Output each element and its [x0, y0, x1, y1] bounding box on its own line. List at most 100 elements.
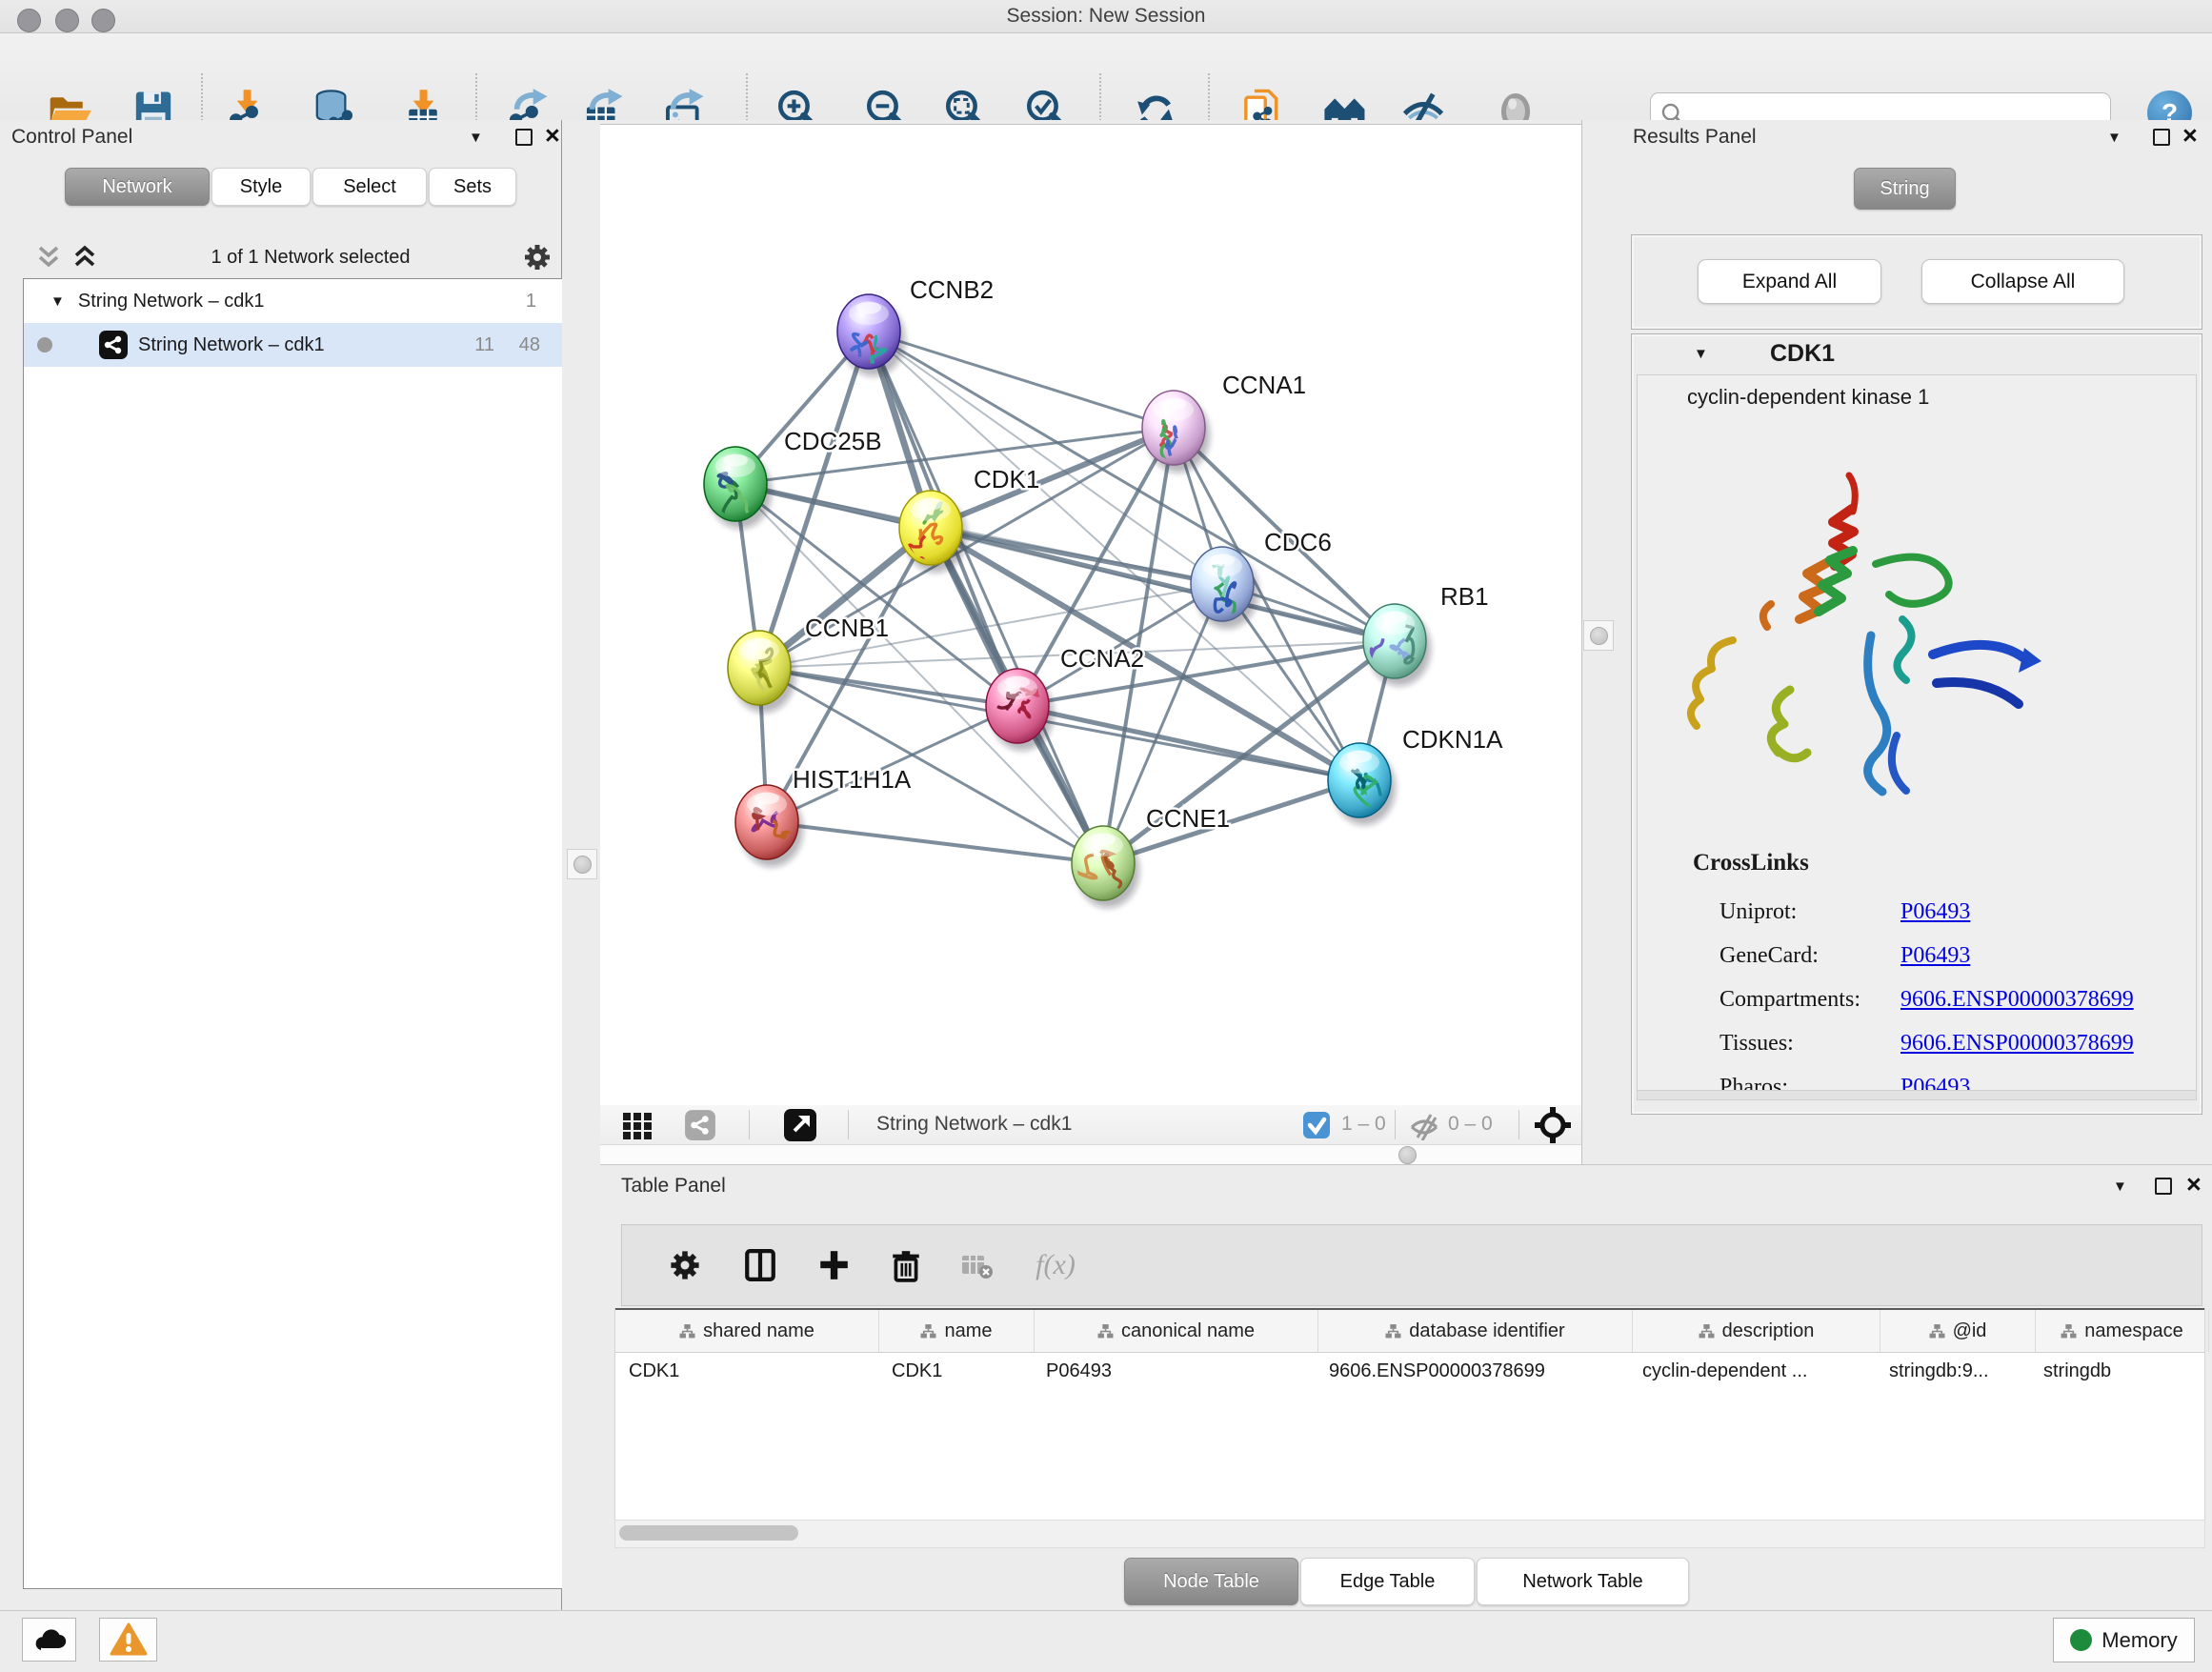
column-header-database-identifier[interactable]: database identifier	[1318, 1310, 1633, 1352]
tab-style[interactable]: Style	[211, 168, 311, 206]
entry-collapse-icon[interactable]: ▼	[1694, 346, 1708, 362]
network-edge[interactable]	[1017, 706, 1359, 780]
tab-sets[interactable]: Sets	[429, 168, 516, 206]
collection-expand-icon[interactable]: ▼	[50, 293, 65, 310]
control-panel-float-icon[interactable]	[515, 129, 533, 146]
collapse-all-button[interactable]: Collapse All	[1921, 259, 2124, 304]
control-panel-menu-icon[interactable]: ▼	[469, 130, 483, 146]
results-panel-close-icon[interactable]: ×	[2182, 126, 2198, 145]
network-list-options-gear-icon[interactable]	[522, 242, 553, 272]
column-header-shared-name[interactable]: shared name	[615, 1310, 879, 1352]
expand-all-networks-icon[interactable]	[70, 245, 99, 270]
table-horizontal-scrollbar[interactable]	[614, 1520, 2205, 1548]
network-list-toolbar: 1 of 1 Network selected	[23, 236, 562, 278]
network-edge[interactable]	[767, 706, 1017, 822]
network-edge[interactable]	[759, 668, 1017, 706]
network-node-RB1[interactable]	[1362, 604, 1431, 686]
network-type-icon	[98, 330, 129, 360]
crosslink-label: Compartments:	[1719, 987, 1900, 1013]
collapse-all-networks-icon[interactable]	[34, 245, 63, 270]
selected-nodes-checkbox-icon[interactable]	[1303, 1112, 1330, 1138]
table-cell[interactable]: cyclin-dependent ...	[1629, 1360, 1876, 1382]
automation-cloud-button[interactable]	[22, 1618, 76, 1662]
crosslink-link[interactable]: P06493	[1900, 943, 1970, 969]
left-splitter-handle[interactable]	[567, 849, 597, 879]
network-node-CDKN1A[interactable]	[1328, 743, 1396, 825]
network-selection-status: 1 of 1 Network selected	[99, 247, 522, 269]
table-cell[interactable]: P06493	[1033, 1360, 1316, 1382]
delete-column-trash-icon[interactable]	[887, 1246, 925, 1284]
network-node-CDC6[interactable]	[1191, 547, 1258, 631]
control-panel-close-icon[interactable]: ×	[545, 126, 560, 145]
network-node-CCNA1[interactable]	[1142, 391, 1210, 473]
table-panel-float-icon[interactable]	[2155, 1178, 2172, 1195]
table-settings-gear-icon[interactable]	[666, 1246, 704, 1284]
scrollbar-thumb[interactable]	[619, 1525, 798, 1541]
table-panel-close-icon[interactable]: ×	[2186, 1175, 2202, 1194]
network-tree: ▼ String Network – cdk1 1 String Network…	[23, 278, 564, 1589]
horizontal-splitter[interactable]	[600, 1144, 1581, 1166]
column-label: database identifier	[1409, 1320, 1564, 1342]
table-panel-menu-icon[interactable]: ▼	[2113, 1178, 2127, 1195]
delete-table-icon[interactable]	[957, 1246, 995, 1284]
left-splitter[interactable]	[562, 120, 600, 1610]
crosslink-link[interactable]: P06493	[1900, 899, 1970, 925]
table-row[interactable]: CDK1CDK1P064939606.ENSP00000378699cyclin…	[615, 1353, 2204, 1389]
center-view-crosshair-icon[interactable]	[1534, 1106, 1572, 1144]
results-entry-box: ▼ CDK1 cyclin-dependent kinase 1	[1631, 333, 2202, 1115]
node-label-CCNA2: CCNA2	[1060, 644, 1144, 673]
table-cell[interactable]: CDK1	[878, 1360, 1033, 1382]
table-cell[interactable]: stringdb	[2030, 1360, 2202, 1382]
node-label-CDKN1A: CDKN1A	[1402, 725, 1503, 754]
results-panel-menu-icon[interactable]: ▼	[2107, 130, 2122, 146]
network-node-CCNE1[interactable]	[1072, 826, 1139, 908]
network-share-view-icon[interactable]	[684, 1109, 716, 1141]
network-collection-row[interactable]: ▼ String Network – cdk1 1	[24, 279, 563, 323]
network-node-CDC25B[interactable]	[704, 447, 772, 529]
network-row[interactable]: String Network – cdk1 11 48	[24, 323, 563, 367]
network-edge[interactable]	[1103, 780, 1359, 863]
table-cell[interactable]: CDK1	[615, 1360, 878, 1382]
right-splitter[interactable]	[1581, 120, 1628, 1164]
grid-view-icon[interactable]	[621, 1109, 654, 1141]
right-splitter-handle[interactable]	[1583, 620, 1614, 651]
crosslinks-title: CrossLinks	[1693, 850, 1809, 876]
hidden-count: 0 – 0	[1448, 1113, 1493, 1136]
column-header-description[interactable]: description	[1633, 1310, 1880, 1352]
crosslink-link[interactable]: 9606.ENSP00000378699	[1900, 1031, 2134, 1057]
network-node-HIST1H1A[interactable]	[735, 785, 803, 867]
expand-all-button[interactable]: Expand All	[1698, 259, 1881, 304]
network-node-CDK1[interactable]	[899, 491, 967, 573]
network-canvas[interactable]: CCNB2CCNA1CDC25BCDK1CDC6RB1CCNB1CCNA2CDK…	[600, 124, 1581, 1107]
tab-network-table[interactable]: Network Table	[1477, 1558, 1689, 1605]
network-node-CCNB2[interactable]	[837, 294, 905, 376]
tab-node-table[interactable]: Node Table	[1124, 1558, 1298, 1605]
warnings-button[interactable]	[99, 1618, 157, 1662]
show-column-icon[interactable]	[741, 1246, 779, 1284]
results-panel-float-icon[interactable]	[2153, 129, 2170, 146]
create-column-plus-icon[interactable]	[814, 1246, 853, 1284]
column-header--id[interactable]: @id	[1880, 1310, 2036, 1352]
results-panel: Results Panel ▼ × String Expand All Coll…	[1625, 120, 2212, 1164]
column-header-namespace[interactable]: namespace	[2036, 1310, 2209, 1352]
entry-description: cyclin-dependent kinase 1	[1687, 385, 1929, 410]
birds-eye-view-icon[interactable]	[784, 1109, 816, 1141]
tab-edge-table[interactable]: Edge Table	[1300, 1558, 1475, 1605]
table-toolbar: f(x)	[621, 1224, 2202, 1306]
network-edge[interactable]	[869, 332, 1174, 428]
crosslink-row: Pharos:P06493	[1719, 1065, 2177, 1109]
network-edge[interactable]	[767, 822, 1103, 863]
column-header-name[interactable]: name	[879, 1310, 1035, 1352]
tab-select[interactable]: Select	[312, 168, 427, 206]
network-node-CCNA2[interactable]	[986, 669, 1054, 751]
column-label: description	[1722, 1320, 1815, 1342]
tab-network[interactable]: Network	[65, 168, 210, 206]
entry-scrollbar-track[interactable]	[1638, 1090, 2196, 1099]
table-cell[interactable]: 9606.ENSP00000378699	[1316, 1360, 1629, 1382]
table-cell[interactable]: stringdb:9...	[1876, 1360, 2030, 1382]
tab-string[interactable]: String	[1854, 168, 1956, 210]
network-edge[interactable]	[869, 332, 1395, 641]
memory-button[interactable]: Memory	[2053, 1618, 2195, 1662]
crosslink-link[interactable]: 9606.ENSP00000378699	[1900, 987, 2134, 1013]
column-header-canonical-name[interactable]: canonical name	[1035, 1310, 1318, 1352]
